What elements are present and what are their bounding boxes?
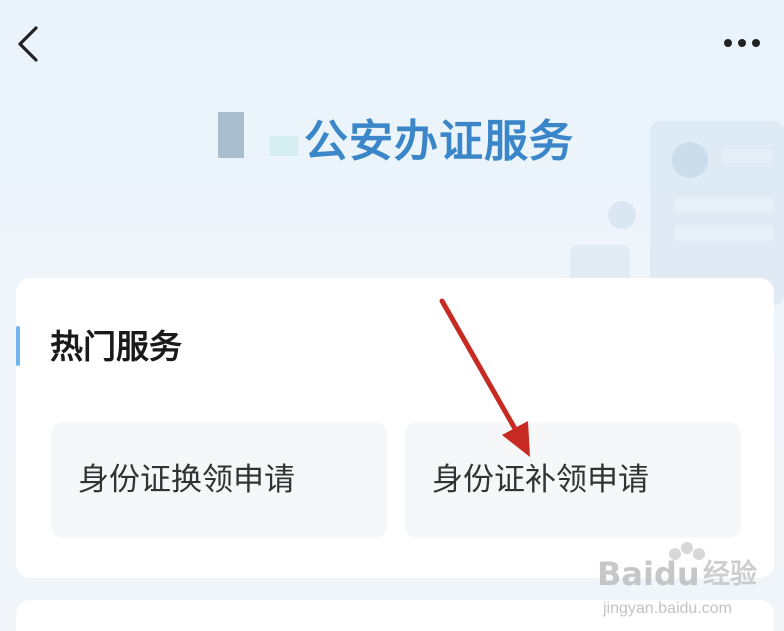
watermark-url: jingyan.baidu.com: [603, 600, 732, 617]
more-button[interactable]: [716, 28, 770, 58]
watermark-brand: Baidu: [597, 555, 700, 593]
back-button[interactable]: [10, 22, 50, 66]
top-bar: [0, 0, 784, 90]
id-card-renewal-button[interactable]: 身份证换领申请: [51, 422, 387, 538]
hot-services-card: 热门服务 身份证换领申请 身份证补领申请: [16, 278, 774, 578]
id-card-replacement-button[interactable]: 身份证补领申请: [405, 422, 741, 538]
logo-block: [218, 112, 244, 158]
page-title: 公安办证服务: [304, 116, 574, 167]
watermark-suffix: 经验: [703, 559, 757, 590]
service-label: 身份证换领申请: [78, 462, 295, 498]
watermark: Baidu 经验 jingyan.baidu.com: [585, 540, 775, 628]
service-label: 身份证补领申请: [432, 462, 649, 498]
header-illustration: [570, 121, 784, 305]
logo-accent: [270, 136, 298, 156]
section-accent-bar: [16, 326, 20, 366]
section-title: 热门服务: [50, 327, 182, 366]
more-horizontal-icon: [724, 39, 760, 47]
chevron-left-icon: [18, 26, 38, 62]
